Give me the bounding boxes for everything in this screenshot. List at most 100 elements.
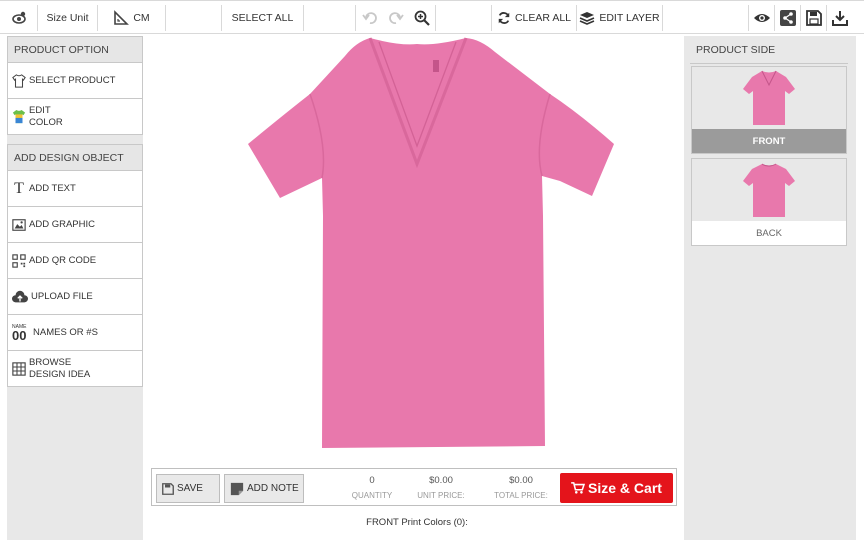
edit-color-button[interactable]: EDIT COLOR xyxy=(7,99,143,135)
top-toolbar: Size Unit CM SELECT ALL CLEAR ALL EDIT L… xyxy=(0,0,864,34)
floppy-disk-icon xyxy=(805,10,822,26)
names-or-numbers-label: NAMES OR #S xyxy=(33,326,98,338)
product-option-title: PRODUCT OPTION xyxy=(14,43,109,56)
download-icon xyxy=(832,10,848,26)
zoom-in-icon xyxy=(414,10,430,26)
unit-selector[interactable]: CM xyxy=(98,5,166,31)
add-text-button[interactable]: T ADD TEXT xyxy=(7,171,143,207)
back-shirt-thumb-icon xyxy=(743,163,795,217)
size-unit-label: Size Unit xyxy=(38,5,98,31)
qr-code-icon xyxy=(12,253,26,268)
toolbar-blank-1 xyxy=(166,5,222,31)
text-t-icon: T xyxy=(14,179,24,197)
unit-value: CM xyxy=(133,12,150,24)
edit-color-label: EDIT COLOR xyxy=(29,105,63,129)
side-back[interactable]: BACK xyxy=(691,158,847,246)
shirt-tag xyxy=(433,60,439,72)
quantity-label: QUANTITY xyxy=(351,491,393,500)
select-product-label: SELECT PRODUCT xyxy=(29,74,116,86)
select-product-button[interactable]: SELECT PRODUCT xyxy=(7,63,143,99)
save-button[interactable]: SAVE xyxy=(156,474,220,503)
settings-eye-icon xyxy=(11,10,27,26)
browse-line1: BROWSE xyxy=(29,356,72,368)
redo-icon xyxy=(388,10,404,26)
undo-icon xyxy=(362,10,378,26)
tshirt-outline-icon xyxy=(12,73,26,88)
share-icon xyxy=(779,10,796,26)
preview-button[interactable] xyxy=(749,5,775,31)
add-graphic-button[interactable]: ADD GRAPHIC xyxy=(7,207,143,243)
add-design-object-title: ADD DESIGN OBJECT xyxy=(14,151,124,164)
toolbar-blank-4 xyxy=(663,5,749,31)
add-design-object-header: ADD DESIGN OBJECT xyxy=(7,144,143,171)
select-all-button[interactable]: SELECT ALL xyxy=(222,5,304,31)
add-qr-code-button[interactable]: ADD QR CODE xyxy=(7,243,143,279)
download-button[interactable] xyxy=(827,5,853,31)
edit-color-line2: COLOR xyxy=(29,116,63,128)
back-thumbnail xyxy=(692,159,846,221)
quantity-value: 0 xyxy=(369,475,375,486)
undo-button[interactable] xyxy=(356,5,384,31)
note-icon xyxy=(230,482,244,496)
total-price-value: $0.00 xyxy=(509,475,533,486)
save-toolbar-button[interactable] xyxy=(801,5,827,31)
bottom-bar: SAVE ADD NOTE 0 QUANTITY $0.00 UNIT PRIC… xyxy=(151,468,677,506)
product-side-header: PRODUCT SIDE xyxy=(690,36,848,64)
clear-all-label: CLEAR ALL xyxy=(514,12,572,24)
redo-button[interactable] xyxy=(384,5,408,31)
size-and-cart-label: Size & Cart xyxy=(588,480,662,496)
add-note-button[interactable]: ADD NOTE xyxy=(224,474,304,503)
add-text-label: ADD TEXT xyxy=(29,182,76,194)
add-qr-code-label: ADD QR CODE xyxy=(29,254,97,266)
unit-price-stat: $0.00 UNIT PRICE: xyxy=(410,475,472,500)
refresh-icon xyxy=(497,11,511,25)
front-shirt-thumb-icon xyxy=(743,70,795,125)
tshirt-front-image[interactable] xyxy=(150,36,684,466)
side-front[interactable]: FRONT xyxy=(691,66,847,154)
grid-icon xyxy=(12,361,26,376)
unit-price-value: $0.00 xyxy=(429,475,453,486)
add-note-label: ADD NOTE xyxy=(247,483,299,494)
shirt-body xyxy=(248,38,614,448)
total-price-stat: $0.00 TOTAL PRICE: xyxy=(488,475,554,500)
clear-all-button[interactable]: CLEAR ALL xyxy=(492,5,577,31)
layers-icon xyxy=(579,10,595,26)
settings-button[interactable] xyxy=(0,5,38,31)
product-option-header: PRODUCT OPTION xyxy=(7,36,143,63)
save-icon xyxy=(162,482,174,495)
save-label: SAVE xyxy=(177,483,203,494)
size-and-cart-button[interactable]: Size & Cart xyxy=(560,473,673,503)
edit-color-line1: EDIT xyxy=(29,104,51,116)
right-panel: PRODUCT SIDE FRONT BACK xyxy=(684,36,856,540)
left-panel: PRODUCT OPTION SELECT PRODUCT EDIT COLOR … xyxy=(7,36,143,540)
graphic-icon xyxy=(12,218,26,232)
size-unit-text: Size Unit xyxy=(46,12,89,24)
toolbar-blank-3 xyxy=(436,5,492,31)
names-or-numbers-button[interactable]: NAME 00 NAMES OR #S xyxy=(7,315,143,351)
zoom-button[interactable] xyxy=(408,5,436,31)
color-shirt-icon xyxy=(12,109,26,125)
cart-icon xyxy=(571,482,586,494)
name-number-icon: NAME 00 xyxy=(12,324,30,343)
upload-file-button[interactable]: UPLOAD FILE xyxy=(7,279,143,315)
upload-file-label: UPLOAD FILE xyxy=(31,290,93,302)
share-button[interactable] xyxy=(775,5,801,31)
browse-design-idea-label: BROWSE DESIGN IDEA xyxy=(29,357,90,381)
total-price-label: TOTAL PRICE: xyxy=(494,491,548,500)
browse-line2: DESIGN IDEA xyxy=(29,368,91,380)
front-label: FRONT xyxy=(692,129,846,153)
design-canvas[interactable] xyxy=(150,36,684,540)
name-icon-number: 00 xyxy=(12,328,27,343)
back-label: BACK xyxy=(756,227,782,239)
select-all-label: SELECT ALL xyxy=(231,12,294,24)
eye-icon xyxy=(753,11,771,25)
edit-layer-label: EDIT LAYER xyxy=(599,12,660,24)
ruler-icon xyxy=(113,10,130,26)
quantity-stat: 0 QUANTITY xyxy=(342,475,402,500)
add-graphic-label: ADD GRAPHIC xyxy=(29,218,95,230)
product-side-title: PRODUCT SIDE xyxy=(696,43,776,56)
browse-design-idea-button[interactable]: BROWSE DESIGN IDEA xyxy=(7,351,143,387)
edit-layer-button[interactable]: EDIT LAYER xyxy=(577,5,663,31)
cloud-upload-icon xyxy=(12,290,28,304)
toolbar-blank-2 xyxy=(304,5,356,31)
